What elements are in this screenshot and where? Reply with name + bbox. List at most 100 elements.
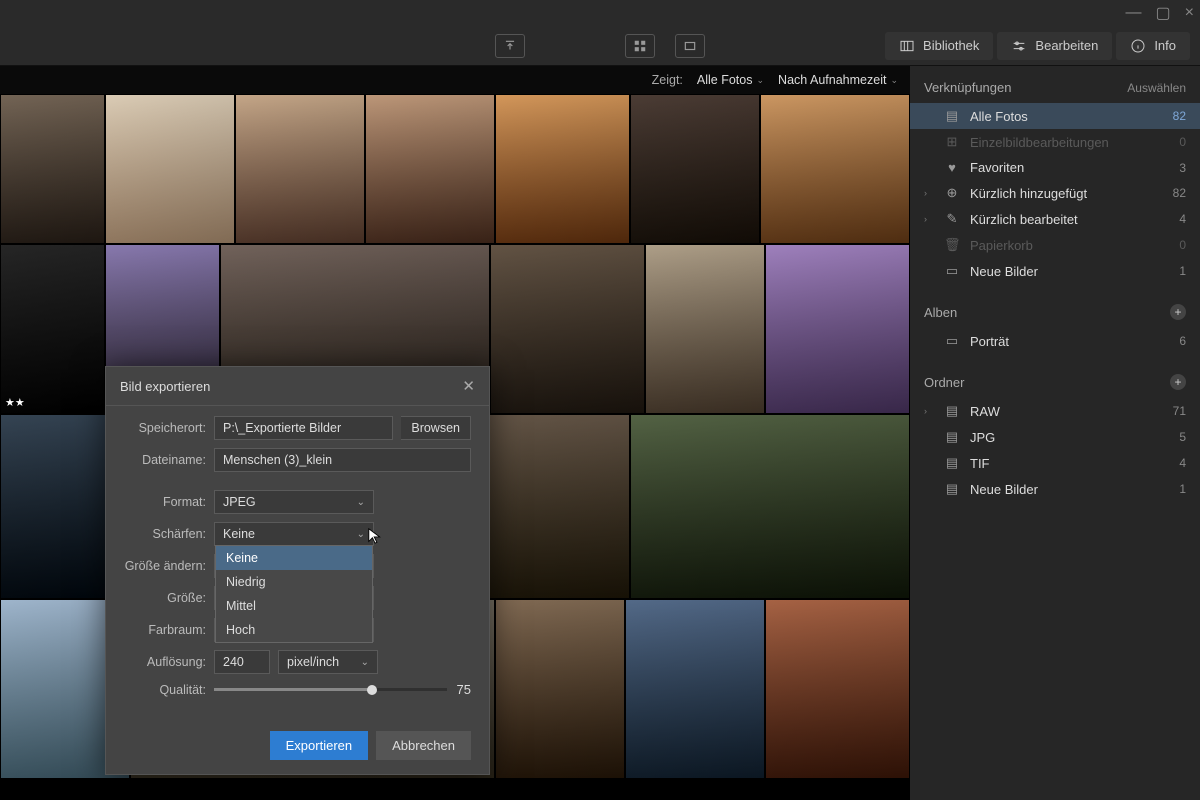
sidebar-item[interactable]: ♥Favoriten3 — [910, 155, 1200, 180]
sidebar-item[interactable]: ▭Neue Bilder1 — [910, 258, 1200, 284]
share-icon[interactable] — [495, 34, 525, 58]
quality-slider[interactable] — [214, 688, 447, 691]
add-album-button[interactable]: + — [1170, 304, 1186, 320]
colorspace-label: Farbraum: — [124, 623, 206, 637]
minimize-button[interactable]: — — [1126, 4, 1142, 22]
cancel-button[interactable]: Abbrechen — [376, 731, 471, 760]
shows-label: Zeigt: — [652, 73, 683, 87]
chevron-down-icon: ⌄ — [357, 529, 365, 540]
item-label: Einzelbildbearbeitungen — [970, 135, 1169, 150]
item-label: RAW — [970, 404, 1163, 419]
item-label: Kürzlich hinzugefügt — [970, 186, 1163, 201]
item-icon: ⊕ — [944, 185, 960, 201]
item-count: 6 — [1179, 334, 1186, 348]
export-dialog: Bild exportieren ✕ Speicherort: Browsen … — [105, 366, 490, 775]
info-icon — [1130, 38, 1146, 54]
tab-library[interactable]: Bibliothek — [885, 32, 993, 60]
sliders-icon — [1011, 38, 1027, 54]
item-count: 71 — [1173, 404, 1186, 418]
close-button[interactable]: × — [1185, 4, 1194, 22]
thumbnail[interactable] — [235, 94, 365, 244]
links-section-title: Verknüpfungen — [924, 80, 1011, 95]
item-icon: ⊞ — [944, 134, 960, 150]
sidebar-item[interactable]: ›⊕Kürzlich hinzugefügt82 — [910, 180, 1200, 206]
resolution-input[interactable] — [214, 650, 270, 674]
sidebar-item[interactable]: › ✎ Kürzlich bearbeitet 4 — [910, 206, 1200, 232]
item-count: 4 — [1179, 212, 1186, 226]
tab-info[interactable]: Info — [1116, 32, 1190, 60]
chevron-down-icon: ⌄ — [357, 497, 365, 508]
item-count: 82 — [1173, 186, 1186, 200]
thumbnail[interactable] — [490, 244, 645, 414]
item-label: Porträt — [970, 334, 1169, 349]
filename-input[interactable] — [214, 448, 471, 472]
albums-section-title: Alben — [924, 305, 957, 320]
chevron-down-icon: ⌄ — [757, 75, 765, 86]
sidebar-item[interactable]: ▤TIF4 — [910, 450, 1200, 476]
library-icon — [899, 38, 915, 54]
item-count: 1 — [1179, 264, 1186, 278]
sharpen-option[interactable]: Niedrig — [216, 570, 372, 594]
sharpen-option[interactable]: Hoch — [216, 618, 372, 642]
sidebar-item[interactable]: ▤Neue Bilder1 — [910, 476, 1200, 502]
expand-icon: › — [924, 214, 934, 224]
add-folder-button[interactable]: + — [1170, 374, 1186, 390]
thumbnail-grid: Zeigt: Alle Fotos⌄ Nach Aufnahmezeit⌄ ★★… — [0, 66, 910, 800]
thumbnail[interactable] — [765, 599, 910, 779]
export-button[interactable]: Exportieren — [270, 731, 368, 760]
sharpen-select[interactable]: Keine ⌄ Keine Niedrig Mittel Hoch — [214, 522, 374, 546]
format-select[interactable]: JPEG ⌄ — [214, 490, 374, 514]
thumbnail[interactable] — [105, 94, 235, 244]
dialog-title: Bild exportieren — [120, 379, 210, 394]
single-view-icon[interactable] — [675, 34, 705, 58]
sidebar-item[interactable]: ▤Alle Fotos82 — [910, 103, 1200, 129]
sharpen-option[interactable]: Mittel — [216, 594, 372, 618]
links-select-action[interactable]: Auswählen — [1127, 81, 1186, 95]
sidebar-item[interactable]: ▭Porträt6 — [910, 328, 1200, 354]
quality-label: Qualität: — [124, 683, 206, 697]
thumbnail[interactable] — [645, 244, 765, 414]
thumbnail[interactable]: ★★ — [0, 244, 105, 414]
format-value: JPEG — [223, 495, 256, 509]
thumbnail[interactable] — [495, 94, 630, 244]
thumbnail[interactable] — [365, 94, 495, 244]
sharpen-option[interactable]: Keine — [216, 546, 372, 570]
thumbnail[interactable] — [495, 599, 625, 779]
item-label: Alle Fotos — [970, 109, 1163, 124]
thumbnail[interactable] — [760, 94, 910, 244]
shows-dropdown[interactable]: Alle Fotos⌄ — [697, 73, 764, 87]
resolution-unit-select[interactable]: pixel/inch ⌄ — [278, 650, 378, 674]
item-label: Kürzlich bearbeitet — [970, 212, 1169, 227]
thumbnail[interactable] — [0, 94, 105, 244]
item-icon: ▤ — [944, 403, 960, 419]
sidebar-item[interactable]: 🗑Papierkorb0 — [910, 232, 1200, 258]
dialog-close-button[interactable]: ✕ — [462, 377, 475, 395]
sharpen-dropdown: Keine Niedrig Mittel Hoch — [215, 545, 373, 643]
sidebar-item[interactable]: ⊞ Einzelbildbearbeitungen 0 — [910, 129, 1200, 155]
maximize-button[interactable]: ▢ — [1156, 3, 1171, 23]
folders-section-title: Ordner — [924, 375, 964, 390]
item-count: 4 — [1179, 456, 1186, 470]
sidebar-item[interactable]: ▤JPG5 — [910, 424, 1200, 450]
thumbnail[interactable] — [625, 599, 765, 779]
item-icon: ▤ — [944, 481, 960, 497]
item-count: 0 — [1179, 135, 1186, 149]
thumbnail[interactable] — [765, 244, 910, 414]
tab-edit[interactable]: Bearbeiten — [997, 32, 1112, 60]
grid-view-icon[interactable] — [625, 34, 655, 58]
location-input[interactable] — [214, 416, 393, 440]
thumbnail[interactable] — [630, 94, 760, 244]
thumbnail[interactable] — [630, 414, 910, 599]
item-label: JPG — [970, 430, 1169, 445]
browse-button[interactable]: Browsen — [401, 416, 471, 440]
resolution-label: Auflösung: — [124, 655, 206, 669]
expand-icon: › — [924, 406, 934, 416]
item-icon: 🗑 — [944, 237, 960, 253]
sort-dropdown[interactable]: Nach Aufnahmezeit⌄ — [778, 73, 898, 87]
item-label: Papierkorb — [970, 238, 1169, 253]
window-controls: — ▢ × — [0, 0, 1200, 26]
item-icon: ✎ — [944, 211, 960, 227]
location-label: Speicherort: — [124, 421, 206, 435]
sidebar-item[interactable]: › ▤ RAW 71 — [910, 398, 1200, 424]
tab-edit-label: Bearbeiten — [1035, 38, 1098, 53]
